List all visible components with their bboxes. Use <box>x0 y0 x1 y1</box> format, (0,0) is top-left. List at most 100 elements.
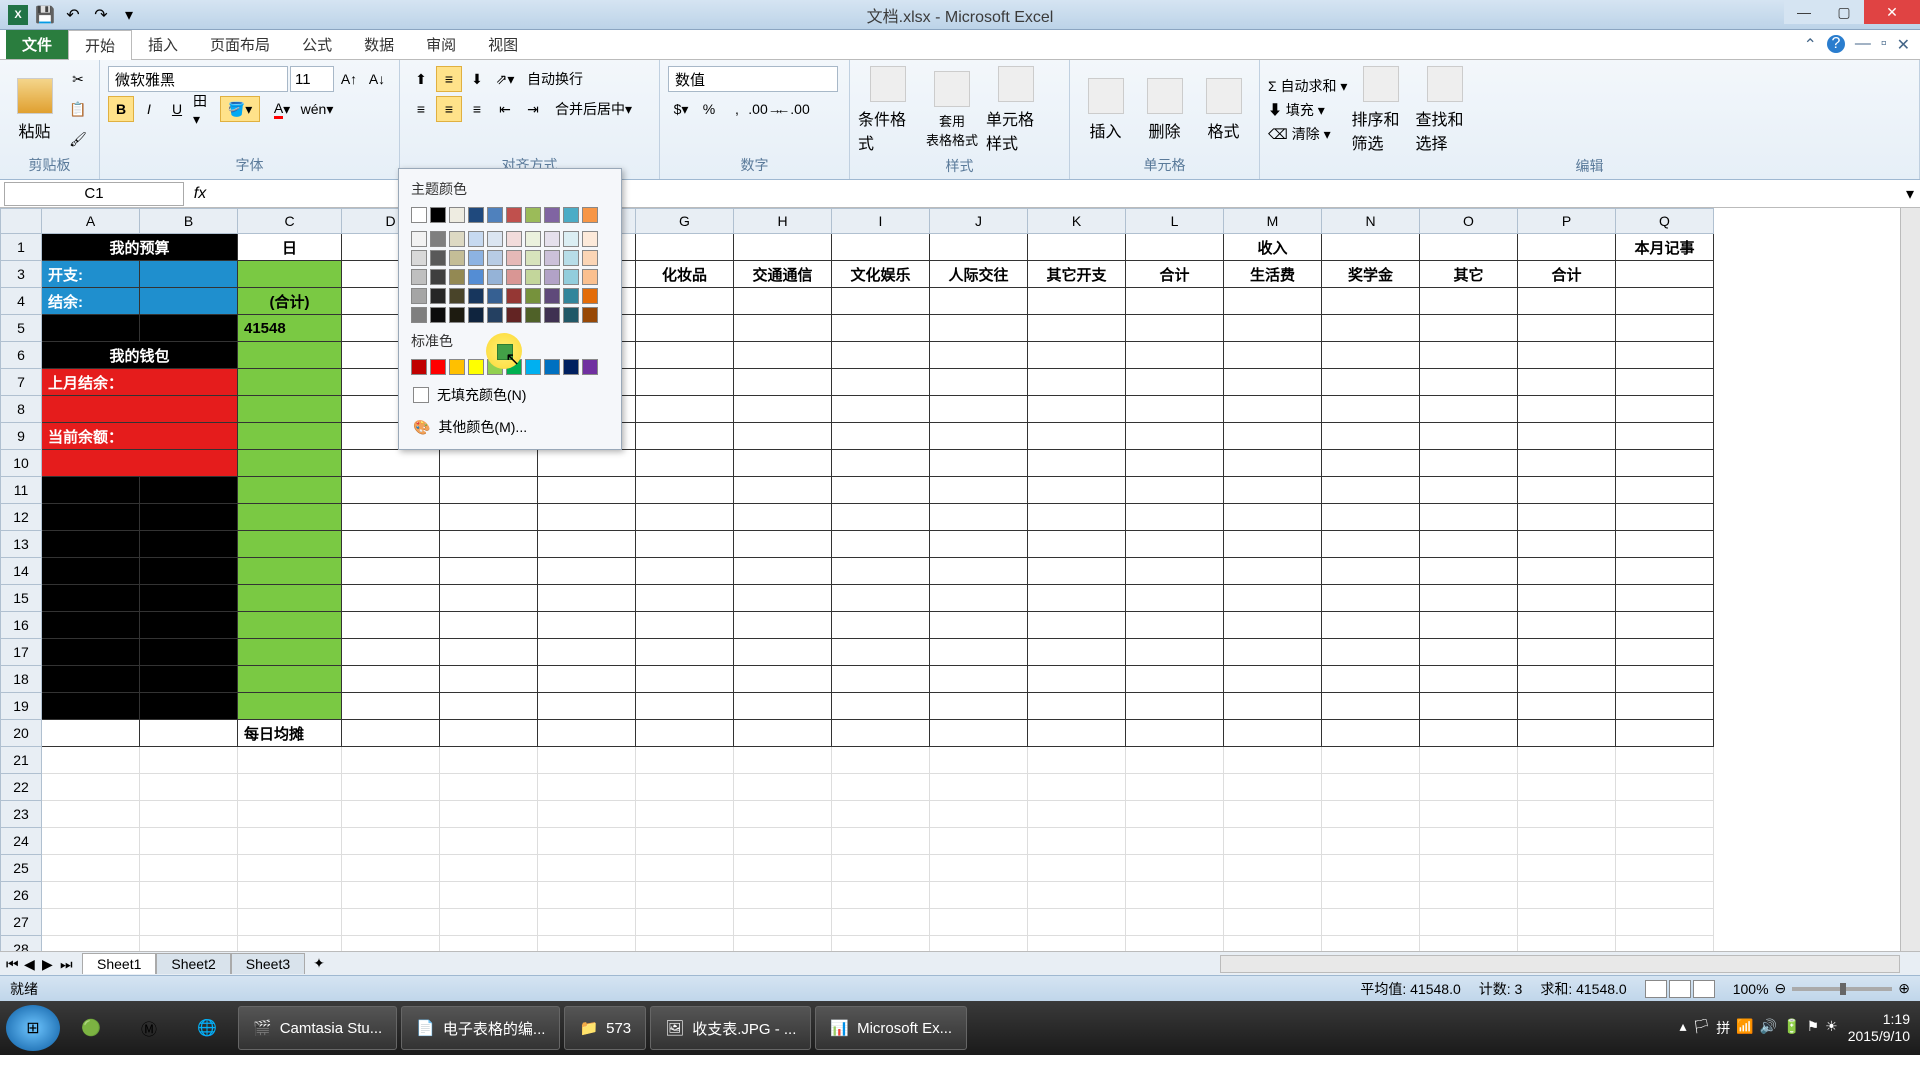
cell[interactable] <box>734 855 832 882</box>
normal-view-button[interactable] <box>1645 980 1667 998</box>
increase-decimal-icon[interactable]: .00→ <box>752 96 778 122</box>
cell[interactable] <box>1518 801 1616 828</box>
cell[interactable] <box>930 477 1028 504</box>
cell[interactable] <box>1322 450 1420 477</box>
cell[interactable] <box>140 585 238 612</box>
fill-button[interactable]: ⬇ 填充 ▾ <box>1268 100 1347 120</box>
color-swatch[interactable] <box>411 269 427 285</box>
cell[interactable] <box>1518 450 1616 477</box>
cell[interactable] <box>1616 369 1714 396</box>
phonetic-button[interactable]: wén▾ <box>304 96 330 122</box>
cell[interactable] <box>238 342 342 369</box>
cell[interactable] <box>440 828 538 855</box>
cell[interactable] <box>1224 855 1322 882</box>
color-swatch[interactable] <box>563 269 579 285</box>
row-header-13[interactable]: 13 <box>0 531 42 558</box>
color-swatch[interactable] <box>506 359 522 375</box>
cell[interactable] <box>1616 720 1714 747</box>
cell[interactable] <box>1028 558 1126 585</box>
cell[interactable] <box>538 531 636 558</box>
cell[interactable] <box>1518 639 1616 666</box>
color-swatch[interactable] <box>506 207 522 223</box>
cell[interactable] <box>238 558 342 585</box>
color-swatch[interactable] <box>449 269 465 285</box>
cell[interactable] <box>1322 558 1420 585</box>
cell[interactable] <box>636 747 734 774</box>
save-icon[interactable]: 💾 <box>34 4 56 26</box>
row-header-10[interactable]: 10 <box>0 450 42 477</box>
cell[interactable] <box>538 504 636 531</box>
cell[interactable] <box>930 585 1028 612</box>
copy-icon[interactable]: 📋 <box>65 97 91 123</box>
cell[interactable] <box>1224 774 1322 801</box>
cell[interactable] <box>930 423 1028 450</box>
cell[interactable] <box>238 666 342 693</box>
cell[interactable] <box>1420 666 1518 693</box>
cell[interactable] <box>1420 720 1518 747</box>
cell[interactable] <box>1224 693 1322 720</box>
cell[interactable] <box>636 828 734 855</box>
cell[interactable] <box>1518 666 1616 693</box>
cell[interactable] <box>42 504 140 531</box>
cell[interactable] <box>42 450 238 477</box>
cell[interactable] <box>238 801 342 828</box>
row-header-17[interactable]: 17 <box>0 639 42 666</box>
font-name-select[interactable] <box>108 66 288 92</box>
cell[interactable] <box>538 747 636 774</box>
cell[interactable] <box>930 396 1028 423</box>
row-header-9[interactable]: 9 <box>0 423 42 450</box>
cell[interactable] <box>1518 477 1616 504</box>
tray-flag-icon[interactable]: 🏳 <box>1692 1018 1710 1038</box>
color-swatch[interactable] <box>525 269 541 285</box>
row-header-5[interactable]: 5 <box>0 315 42 342</box>
minimize-ribbon-icon[interactable]: ⌃ <box>1804 35 1817 55</box>
color-swatch[interactable] <box>525 307 541 323</box>
cell[interactable] <box>1518 315 1616 342</box>
cell[interactable] <box>636 936 734 951</box>
cell[interactable] <box>930 450 1028 477</box>
cell[interactable]: 生活费 <box>1224 261 1322 288</box>
cell[interactable] <box>1224 909 1322 936</box>
color-swatch[interactable] <box>506 250 522 266</box>
sheet-tab-3[interactable]: Sheet3 <box>231 953 305 974</box>
page-break-view-button[interactable] <box>1693 980 1715 998</box>
tab-file[interactable]: 文件 <box>6 30 68 59</box>
delete-cells-button[interactable]: 删除 <box>1137 78 1192 142</box>
cell[interactable] <box>440 936 538 951</box>
cell[interactable]: (合计) <box>238 288 342 315</box>
cell[interactable] <box>930 855 1028 882</box>
cell[interactable] <box>1126 531 1224 558</box>
row-header-21[interactable]: 21 <box>0 747 42 774</box>
cell[interactable] <box>342 774 440 801</box>
color-swatch[interactable] <box>582 359 598 375</box>
cell[interactable] <box>538 666 636 693</box>
tray-misc-icon[interactable]: ☀ <box>1825 1018 1838 1038</box>
cell[interactable] <box>440 504 538 531</box>
cell[interactable]: 奖学金 <box>1322 261 1420 288</box>
cell[interactable] <box>140 666 238 693</box>
sheet-nav-first-icon[interactable]: ⏮ <box>6 956 22 972</box>
cell[interactable] <box>636 531 734 558</box>
cell[interactable] <box>1616 801 1714 828</box>
cell[interactable] <box>42 315 140 342</box>
cell[interactable] <box>1616 639 1714 666</box>
currency-icon[interactable]: $▾ <box>668 96 694 122</box>
row-header-22[interactable]: 22 <box>0 774 42 801</box>
cell[interactable]: 结余: <box>42 288 140 315</box>
cell[interactable] <box>1126 369 1224 396</box>
color-swatch[interactable] <box>468 250 484 266</box>
sort-filter-button[interactable]: 排序和筛选 <box>1351 66 1411 154</box>
cell[interactable] <box>1322 882 1420 909</box>
col-header-K[interactable]: K <box>1028 208 1126 234</box>
row-header-12[interactable]: 12 <box>0 504 42 531</box>
cell[interactable] <box>1126 882 1224 909</box>
tray-action-icon[interactable]: ⚑ <box>1807 1018 1820 1038</box>
cell[interactable] <box>1028 504 1126 531</box>
cell[interactable] <box>1126 936 1224 951</box>
cell[interactable] <box>140 558 238 585</box>
autosum-button[interactable]: Σ 自动求和 ▾ <box>1268 76 1347 96</box>
cell[interactable] <box>1028 612 1126 639</box>
cell[interactable] <box>832 396 930 423</box>
align-top-icon[interactable]: ⬆ <box>408 66 434 92</box>
cell[interactable] <box>140 936 238 951</box>
